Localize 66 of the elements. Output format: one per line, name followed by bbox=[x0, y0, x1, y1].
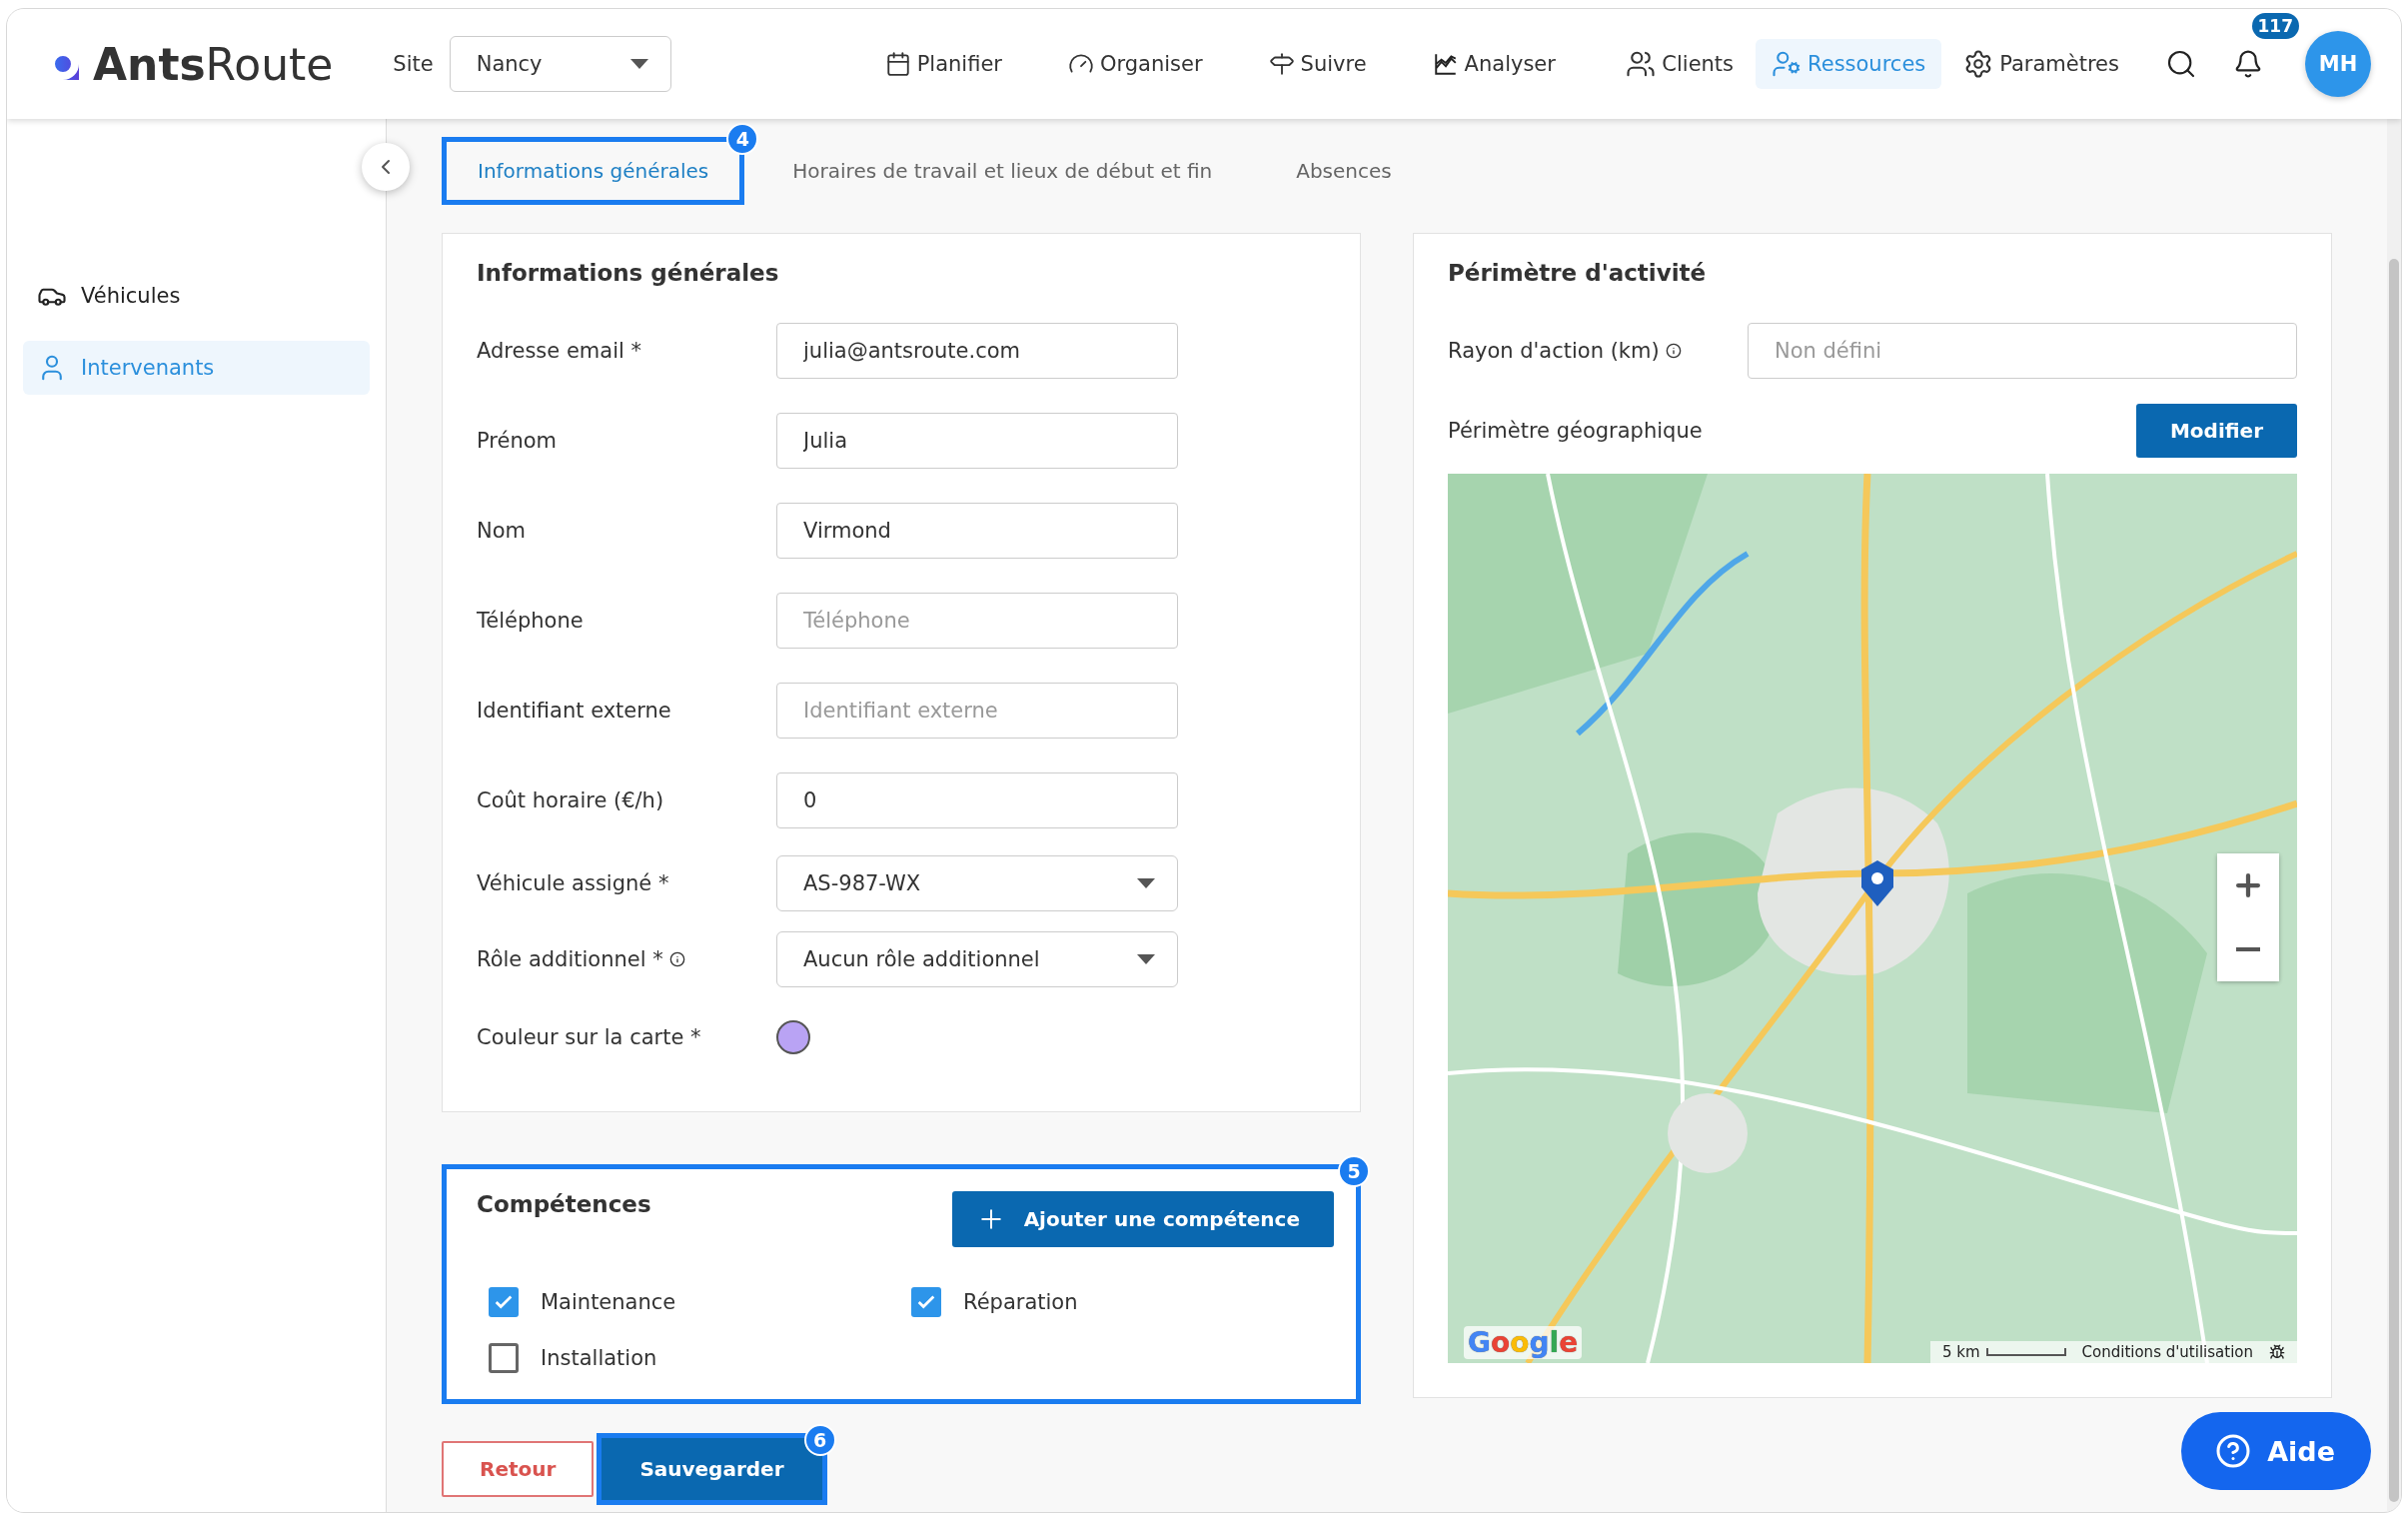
field-label: Coût horaire (€/h) bbox=[477, 788, 664, 812]
tab[interactable]: Absences bbox=[1260, 137, 1428, 205]
sidebar-item[interactable]: Véhicules bbox=[23, 269, 370, 323]
app-logo: AntsRoute bbox=[93, 38, 334, 90]
terms-link[interactable]: Conditions d'utilisation bbox=[2081, 1343, 2253, 1361]
input-field[interactable]: Non défini bbox=[1748, 323, 2297, 379]
checkbox-label: Installation bbox=[541, 1346, 657, 1370]
bug-icon[interactable] bbox=[2269, 1344, 2285, 1360]
zoom-in-button[interactable] bbox=[2217, 853, 2279, 917]
chart-icon bbox=[1432, 51, 1459, 77]
color-swatch[interactable] bbox=[776, 1020, 810, 1054]
nav-link[interactable]: Clients bbox=[1610, 39, 1751, 89]
map-scale: 5 km bbox=[1941, 1343, 2066, 1361]
tab[interactable]: Horaires de travail et lieux de début et fin bbox=[756, 137, 1249, 205]
input-field[interactable]: 0 bbox=[776, 772, 1178, 828]
checkbox[interactable] bbox=[911, 1287, 941, 1317]
checkbox-label: Maintenance bbox=[541, 1290, 676, 1314]
field-label: Rôle additionnel * bbox=[477, 947, 663, 971]
add-skill-button[interactable]: Ajouter une compétence bbox=[951, 1191, 1334, 1247]
site-select[interactable]: Nancy bbox=[449, 36, 671, 92]
signpost-icon bbox=[1268, 51, 1295, 77]
input-field[interactable]: Virmond bbox=[776, 503, 1178, 559]
user-gear-icon bbox=[1772, 49, 1803, 79]
checkbox[interactable] bbox=[489, 1343, 519, 1373]
nav-link[interactable]: Analyser bbox=[1416, 41, 1572, 87]
input-field[interactable]: julia@antsroute.com bbox=[776, 323, 1178, 379]
field-label: Téléphone bbox=[477, 609, 584, 633]
select-field[interactable]: Aucun rôle additionnel bbox=[776, 931, 1178, 987]
input-field[interactable]: Téléphone bbox=[776, 593, 1178, 649]
nav-link[interactable]: Paramètres bbox=[1947, 39, 2135, 89]
field-label: Périmètre géographique bbox=[1448, 419, 1703, 443]
nav-link[interactable]: Suivre bbox=[1252, 41, 1383, 87]
step-badge: 5 bbox=[1338, 1155, 1370, 1187]
field-label: Identifiant externe bbox=[477, 699, 671, 723]
info-icon bbox=[1665, 343, 1682, 359]
field-label: Véhicule assigné * bbox=[477, 871, 669, 895]
nav-link[interactable]: Planifier bbox=[868, 41, 1018, 87]
step-badge: 6 bbox=[803, 1424, 836, 1456]
checkbox[interactable] bbox=[489, 1287, 519, 1317]
help-icon bbox=[2215, 1433, 2252, 1469]
field-label: Prénom bbox=[477, 429, 557, 453]
field-label: Rayon d'action (km) bbox=[1448, 339, 1660, 363]
field-label: Nom bbox=[477, 519, 526, 543]
site-label: Site bbox=[393, 52, 434, 76]
field-label: Couleur sur la carte * bbox=[477, 1025, 701, 1049]
bell-icon bbox=[2233, 49, 2263, 79]
field-label: Adresse email * bbox=[477, 339, 641, 363]
minus-icon bbox=[2236, 947, 2260, 951]
back-button[interactable]: Retour bbox=[442, 1441, 595, 1497]
nav-link[interactable]: Organiser bbox=[1051, 41, 1219, 87]
notification-count: 117 bbox=[2251, 13, 2299, 39]
step-badge: 4 bbox=[726, 123, 759, 155]
scrollbar[interactable] bbox=[2389, 259, 2399, 1502]
zoom-out-button[interactable] bbox=[2217, 917, 2279, 981]
card-title: Compétences bbox=[477, 1191, 651, 1217]
calendar-icon bbox=[884, 51, 911, 77]
help-button[interactable]: Aide bbox=[2181, 1412, 2371, 1490]
search-icon bbox=[2165, 48, 2197, 80]
users-icon bbox=[1626, 49, 1657, 79]
checkbox-label: Réparation bbox=[963, 1290, 1078, 1314]
input-field[interactable]: Identifiant externe bbox=[776, 683, 1178, 739]
select-field[interactable]: AS-987-WX bbox=[776, 855, 1178, 911]
modify-button[interactable]: Modifier bbox=[2135, 404, 2297, 458]
map-logo: Google bbox=[1464, 1326, 1583, 1359]
card-title: Périmètre d'activité bbox=[1448, 260, 1708, 286]
card-title: Informations générales bbox=[477, 260, 780, 286]
